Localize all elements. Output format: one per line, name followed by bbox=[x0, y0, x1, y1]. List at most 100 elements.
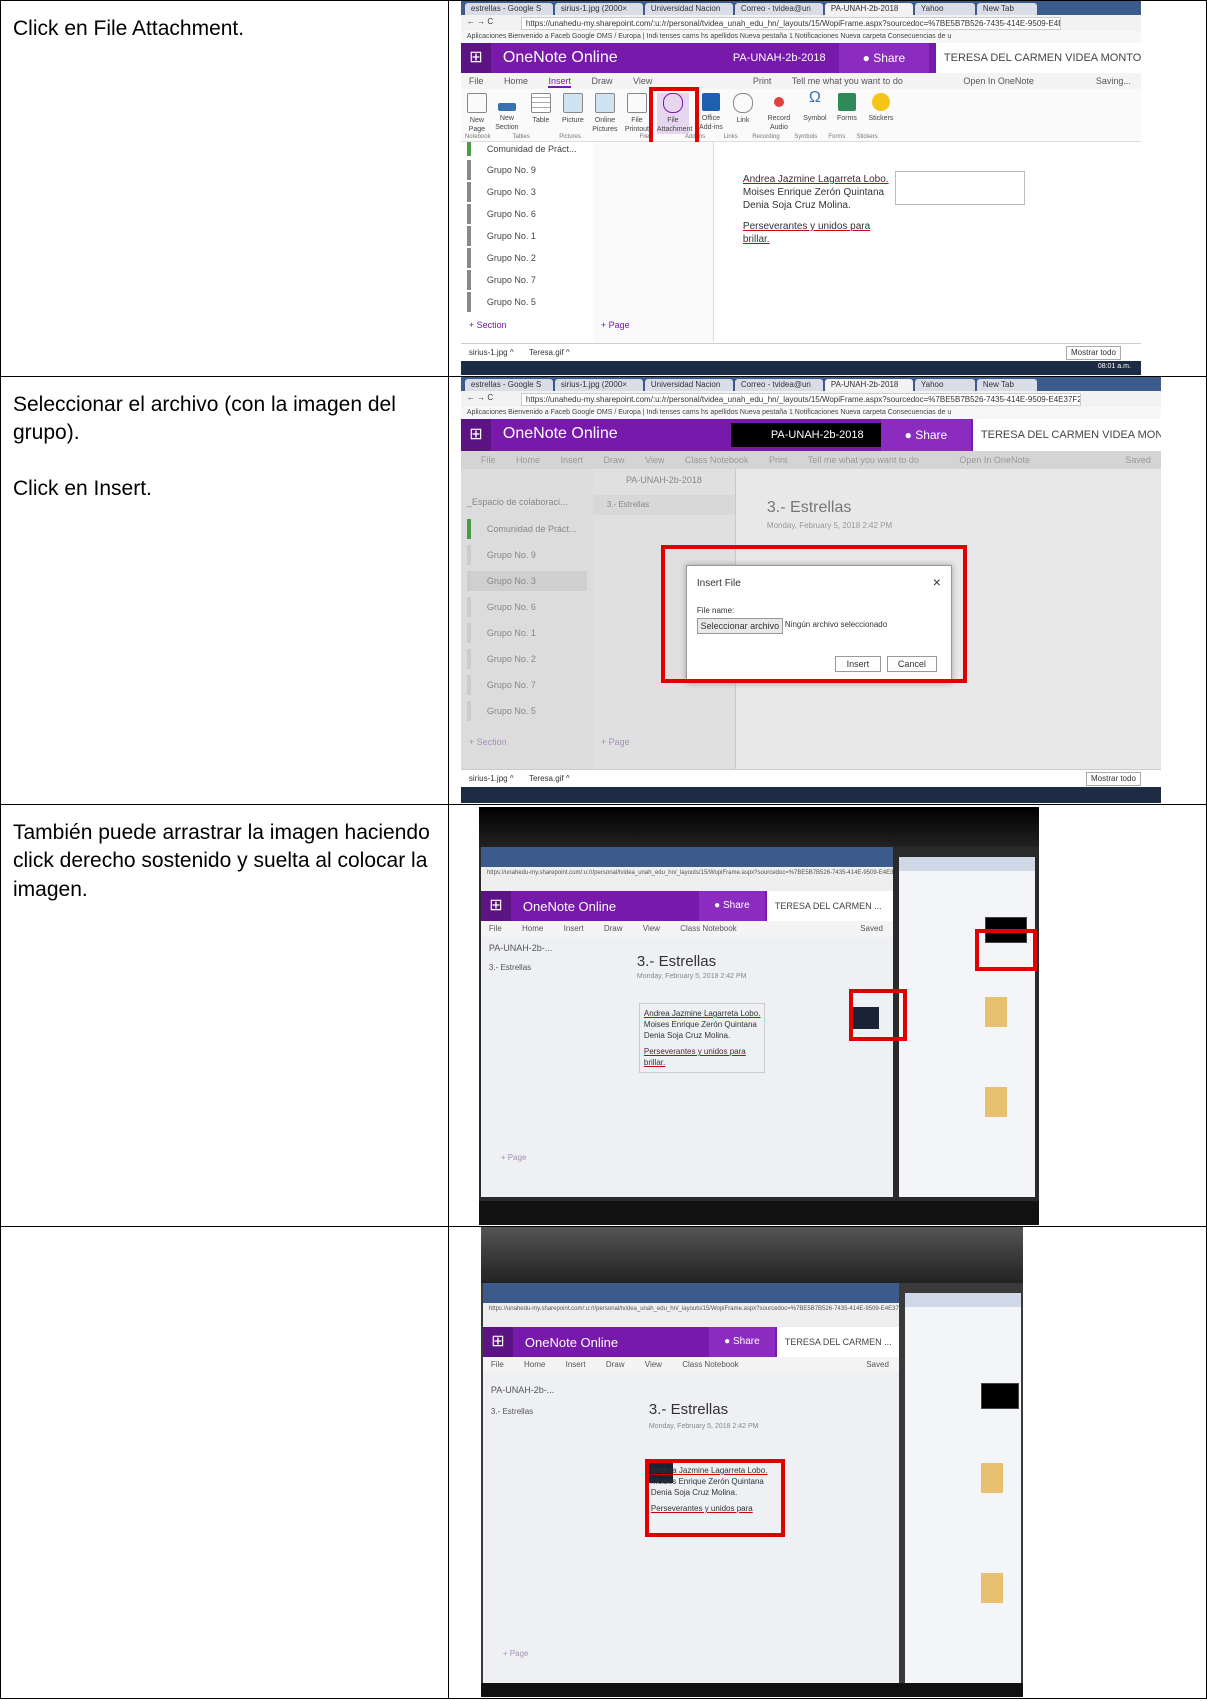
user-name[interactable]: TERESA DEL CARMEN VIDEA MONTO... bbox=[935, 43, 1141, 73]
section-item[interactable]: Grupo No. 1 bbox=[466, 623, 587, 643]
add-page-button[interactable]: + Page bbox=[601, 320, 630, 330]
menu-class-notebook[interactable]: Class Notebook bbox=[682, 1360, 738, 1369]
menu-home[interactable]: Home bbox=[516, 455, 540, 465]
add-page-button[interactable]: + Page bbox=[503, 1649, 529, 1658]
section-item[interactable]: Comunidad de Práct... bbox=[466, 519, 587, 539]
add-section-button[interactable]: + Section bbox=[469, 320, 507, 330]
section-group[interactable]: _Espacio de colaboraci... bbox=[467, 497, 568, 507]
user-name[interactable]: TERESA DEL CARMEN ... bbox=[766, 891, 893, 921]
menu-insert[interactable]: Insert bbox=[566, 1360, 586, 1369]
app-launcher-icon[interactable]: ⊞ bbox=[460, 43, 491, 73]
show-all-button[interactable]: Mostrar todo bbox=[1086, 772, 1141, 786]
share-button[interactable]: ● Share bbox=[838, 43, 929, 73]
app-launcher-icon[interactable]: ⊞ bbox=[482, 1327, 513, 1357]
menu-file[interactable]: File bbox=[469, 76, 484, 86]
browser-tab[interactable]: sirius-1.jpg (2000× bbox=[554, 379, 643, 391]
user-name[interactable]: TERESA DEL CARMEN VIDEA MONTO... bbox=[972, 419, 1161, 451]
nav-arrows-icon[interactable]: ← → C bbox=[467, 393, 493, 402]
menu-file[interactable]: File bbox=[489, 924, 502, 933]
page-item[interactable]: 3.- Estrellas bbox=[491, 1407, 533, 1416]
menu-tell-me[interactable]: Tell me what you want to do bbox=[808, 455, 919, 465]
browser-tab[interactable]: Universidad Nacion bbox=[644, 3, 733, 15]
menu-insert[interactable]: Insert bbox=[564, 924, 584, 933]
browser-tab[interactable]: Correo - tvidea@un bbox=[734, 379, 823, 391]
browser-tab[interactable]: New Tab bbox=[976, 3, 1037, 15]
folder-icon[interactable] bbox=[980, 1573, 1003, 1603]
menu-view[interactable]: View bbox=[633, 76, 652, 86]
add-page-button[interactable]: + Page bbox=[601, 737, 630, 747]
section-item[interactable]: Grupo No. 3 bbox=[466, 182, 587, 202]
section-item[interactable]: Grupo No. 1 bbox=[466, 226, 587, 246]
browser-tab[interactable]: Universidad Nacion bbox=[644, 379, 733, 391]
menu-file[interactable]: File bbox=[481, 455, 496, 465]
section-item[interactable]: Grupo No. 6 bbox=[466, 597, 587, 617]
folder-icon[interactable] bbox=[984, 997, 1007, 1027]
folder-icon[interactable] bbox=[984, 1087, 1007, 1117]
section-item[interactable]: Grupo No. 5 bbox=[466, 292, 587, 312]
page-item[interactable]: 3.- Estrellas bbox=[592, 495, 735, 515]
download-item[interactable]: Teresa.gif bbox=[529, 774, 564, 783]
menu-draw[interactable]: Draw bbox=[606, 1360, 625, 1369]
menu-view[interactable]: View bbox=[643, 924, 660, 933]
user-name[interactable]: TERESA DEL CARMEN ... bbox=[776, 1327, 899, 1357]
menu-draw[interactable]: Draw bbox=[604, 924, 623, 933]
url-field[interactable]: https://unahedu-my.sharepoint.com/:u:/r/… bbox=[520, 17, 1061, 30]
browser-tab[interactable]: PA-UNAH-2b-2018 bbox=[824, 3, 913, 15]
url-field[interactable]: https://unahedu-my.sharepoint.com/:u:/r/… bbox=[520, 393, 1081, 406]
browser-tab[interactable]: sirius-1.jpg (2000× bbox=[554, 3, 643, 15]
browser-tab[interactable]: estrellas - Google S bbox=[464, 379, 553, 391]
record-audio-button[interactable]: Record Audio bbox=[763, 93, 795, 132]
browser-tab[interactable]: New Tab bbox=[976, 379, 1037, 391]
section-item[interactable]: Grupo No. 9 bbox=[466, 160, 587, 180]
share-button[interactable]: ● Share bbox=[698, 891, 765, 921]
share-button[interactable]: ● Share bbox=[880, 419, 971, 451]
office-addins-button[interactable]: Office Add-ins bbox=[695, 93, 727, 132]
show-all-button[interactable]: Mostrar todo bbox=[1066, 346, 1121, 360]
online-pictures-button[interactable]: Online Pictures bbox=[589, 93, 621, 134]
section-item[interactable]: Grupo No. 3 bbox=[466, 571, 587, 591]
browser-tab[interactable]: Yahoo bbox=[914, 379, 975, 391]
section-item[interactable]: Grupo No. 6 bbox=[466, 204, 587, 224]
section-item[interactable]: Comunidad de Práct... bbox=[466, 142, 587, 156]
menu-tell-me[interactable]: Tell me what you want to do bbox=[792, 76, 903, 86]
section-item[interactable]: Grupo No. 9 bbox=[466, 545, 587, 565]
menu-insert[interactable]: Insert bbox=[560, 455, 583, 465]
forms-button[interactable]: Forms bbox=[831, 93, 863, 123]
folder-icon[interactable] bbox=[980, 1463, 1003, 1493]
add-section-button[interactable]: + Section bbox=[469, 737, 507, 747]
menu-home[interactable]: Home bbox=[522, 924, 543, 933]
picture-button[interactable]: Picture bbox=[557, 93, 589, 125]
browser-tab[interactable]: Correo - tvidea@un bbox=[734, 3, 823, 15]
table-button[interactable]: Table bbox=[525, 93, 557, 125]
menu-class-notebook[interactable]: Class Notebook bbox=[685, 455, 749, 465]
section-item[interactable]: Grupo No. 7 bbox=[466, 675, 587, 695]
image-file-thumbnail[interactable] bbox=[980, 1383, 1019, 1409]
download-item[interactable]: sirius-1.jpg bbox=[469, 348, 508, 357]
url-field[interactable]: https://unahedu-my.sharepoint.com/:u:/r/… bbox=[487, 870, 893, 876]
menu-file[interactable]: File bbox=[491, 1360, 504, 1369]
share-button[interactable]: ● Share bbox=[708, 1327, 775, 1357]
download-item[interactable]: Teresa.gif bbox=[529, 348, 564, 357]
link-button[interactable]: Link bbox=[727, 93, 759, 125]
download-item[interactable]: sirius-1.jpg bbox=[469, 774, 508, 783]
browser-tab[interactable]: estrellas - Google S bbox=[464, 3, 553, 15]
nav-arrows-icon[interactable]: ← → C bbox=[467, 17, 493, 26]
app-launcher-icon[interactable]: ⊞ bbox=[460, 419, 491, 451]
app-launcher-icon[interactable]: ⊞ bbox=[480, 891, 511, 921]
section-item[interactable]: Grupo No. 2 bbox=[466, 248, 587, 268]
symbol-button[interactable]: Ω Symbol bbox=[799, 90, 831, 123]
menu-view[interactable]: View bbox=[645, 1360, 662, 1369]
menu-draw[interactable]: Draw bbox=[592, 76, 613, 86]
section-item[interactable]: Grupo No. 2 bbox=[466, 649, 587, 669]
url-field[interactable]: https://unahedu-my.sharepoint.com/:u:/r/… bbox=[489, 1306, 899, 1312]
menu-draw[interactable]: Draw bbox=[604, 455, 625, 465]
add-page-button[interactable]: + Page bbox=[501, 1153, 527, 1162]
menu-open-in-onenote[interactable]: Open In OneNote bbox=[963, 76, 1034, 86]
menu-print[interactable]: Print bbox=[753, 76, 772, 86]
browser-tab[interactable]: PA-UNAH-2b-2018 bbox=[824, 379, 913, 391]
stickers-button[interactable]: Stickers bbox=[865, 93, 897, 123]
section-item[interactable]: Grupo No. 7 bbox=[466, 270, 587, 290]
section-item[interactable]: Grupo No. 5 bbox=[466, 701, 587, 721]
empty-note-box[interactable] bbox=[894, 171, 1025, 205]
page-item[interactable]: 3.- Estrellas bbox=[489, 963, 531, 972]
